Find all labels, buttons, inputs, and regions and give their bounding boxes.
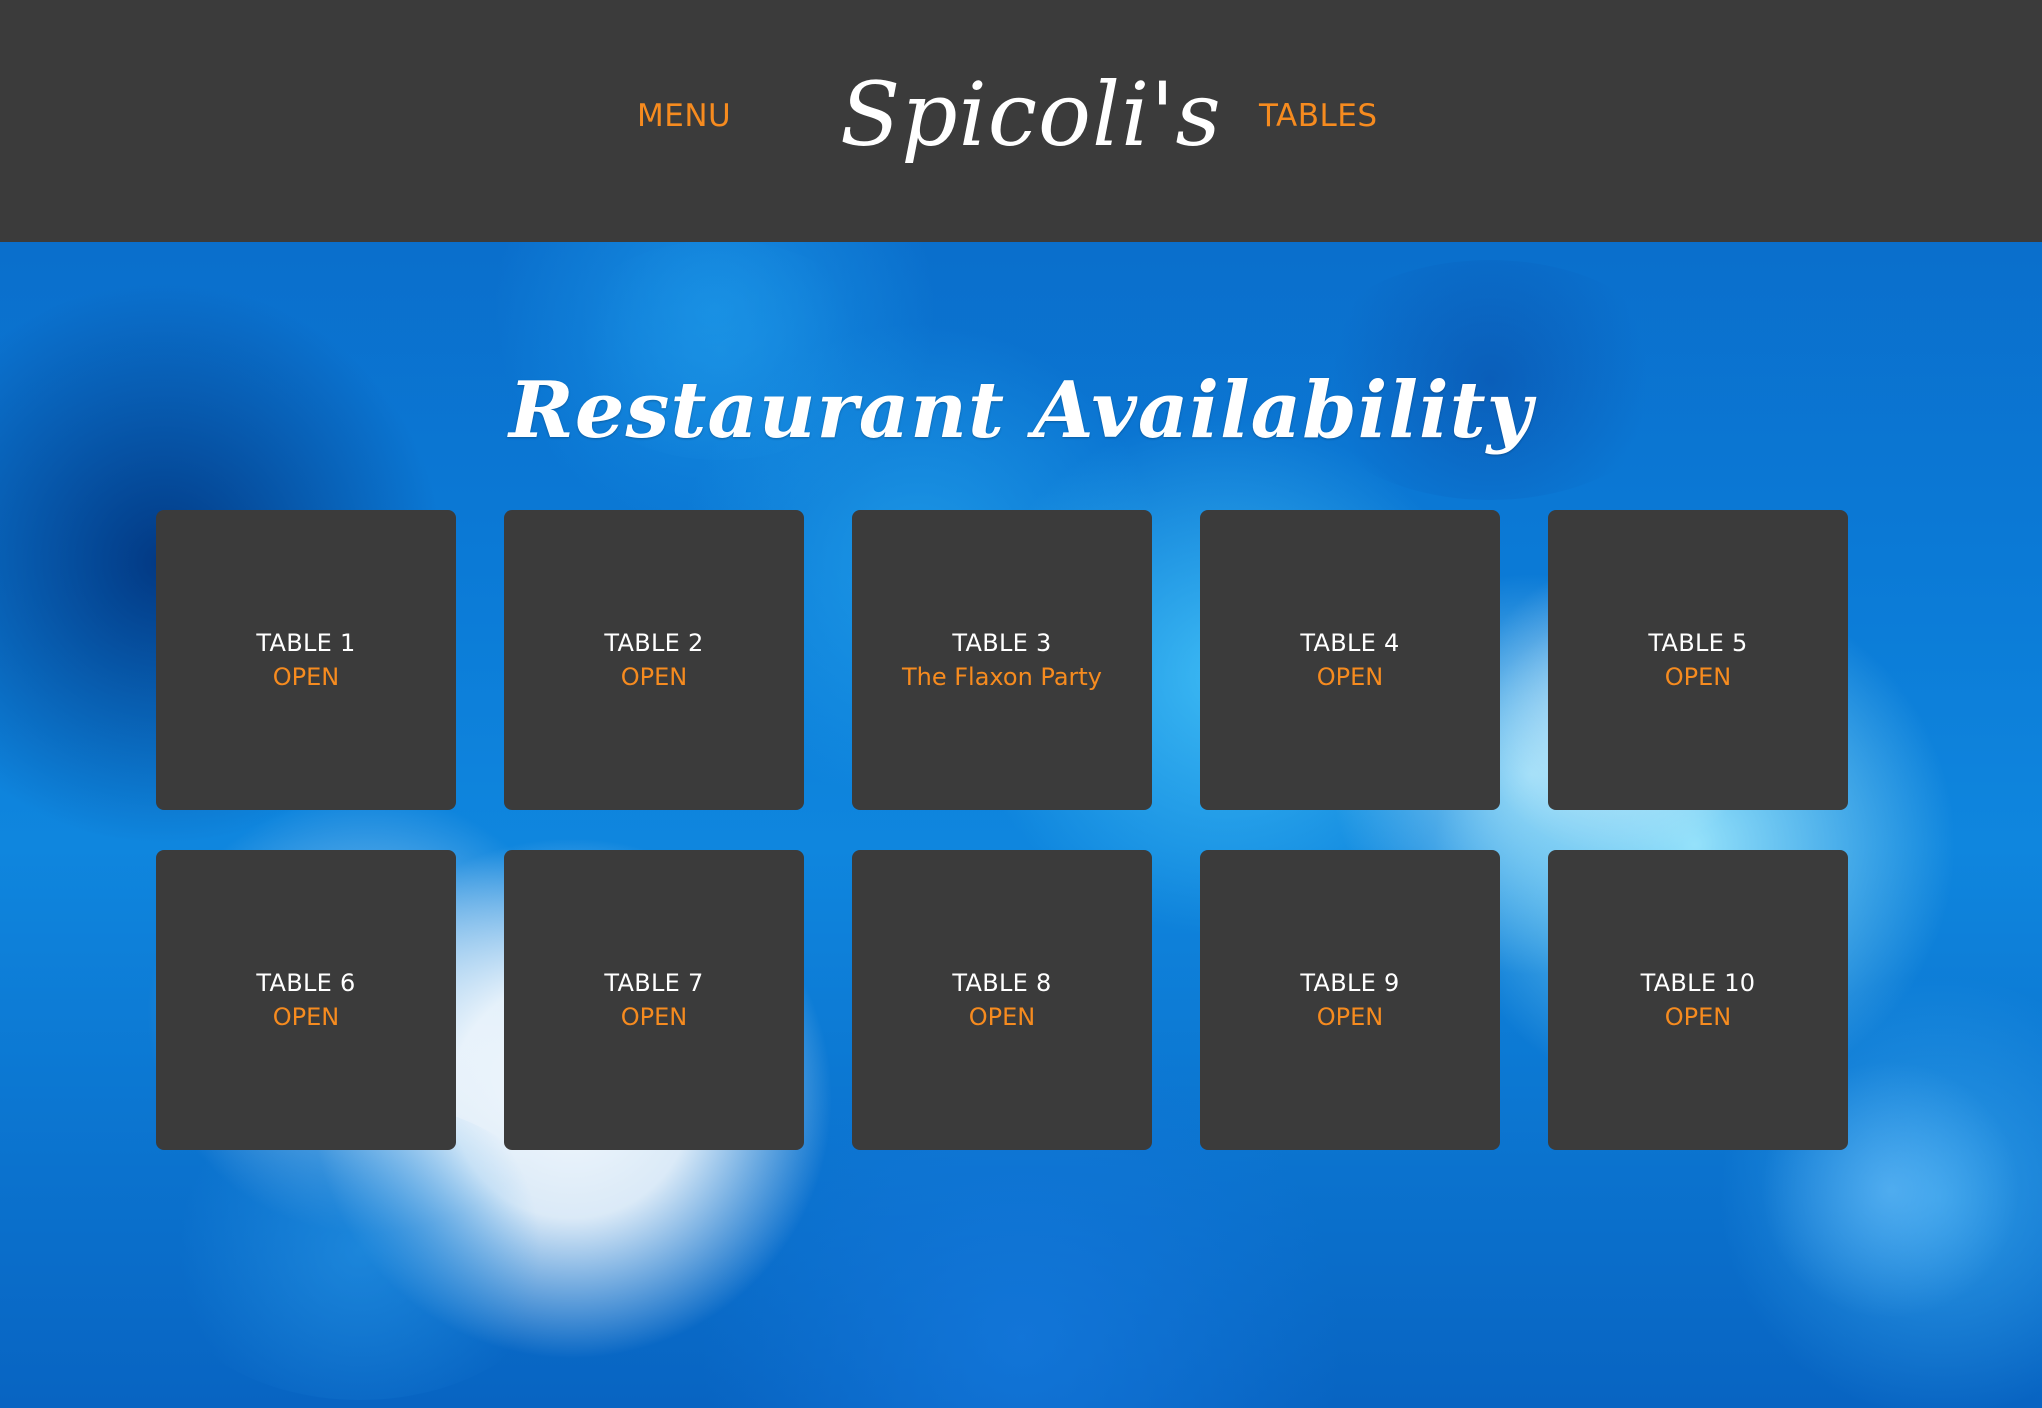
table-name: TABLE 7 [604, 969, 704, 997]
tables-grid: TABLE 1 OPEN TABLE 2 OPEN TABLE 3 The Fl… [156, 510, 1849, 1150]
table-card[interactable]: TABLE 3 The Flaxon Party [852, 510, 1152, 810]
table-name: TABLE 5 [1648, 629, 1748, 657]
table-status: OPEN [272, 663, 340, 691]
table-card[interactable]: TABLE 8 OPEN [852, 850, 1152, 1150]
table-name: TABLE 6 [256, 969, 356, 997]
table-card[interactable]: TABLE 6 OPEN [156, 850, 456, 1150]
table-name: TABLE 3 [952, 629, 1052, 657]
table-name: TABLE 10 [1640, 969, 1756, 997]
table-card[interactable]: TABLE 5 OPEN [1548, 510, 1848, 810]
table-status: The Flaxon Party [901, 663, 1102, 691]
table-status: OPEN [1316, 663, 1384, 691]
table-card[interactable]: TABLE 4 OPEN [1200, 510, 1500, 810]
table-status: OPEN [620, 663, 688, 691]
page-title: Restaurant Availability [509, 365, 1533, 456]
nav-tables-link[interactable]: TABLES [1259, 98, 1378, 134]
table-name: TABLE 4 [1300, 629, 1400, 657]
table-status: OPEN [1664, 663, 1732, 691]
site-header: MENU Spicoli's TABLES [0, 0, 2042, 242]
table-name: TABLE 8 [952, 969, 1052, 997]
table-name: TABLE 2 [604, 629, 704, 657]
table-status: OPEN [1664, 1003, 1732, 1031]
table-status: OPEN [1316, 1003, 1384, 1031]
table-card[interactable]: TABLE 2 OPEN [504, 510, 804, 810]
table-name: TABLE 9 [1300, 969, 1400, 997]
nav-menu-link[interactable]: MENU [637, 98, 731, 134]
table-name: TABLE 1 [256, 629, 356, 657]
table-card[interactable]: TABLE 10 OPEN [1548, 850, 1848, 1150]
table-card[interactable]: TABLE 9 OPEN [1200, 850, 1500, 1150]
site-logo[interactable]: Spicoli's [840, 40, 1221, 190]
table-card[interactable]: TABLE 7 OPEN [504, 850, 804, 1150]
table-card[interactable]: TABLE 1 OPEN [156, 510, 456, 810]
table-status: OPEN [272, 1003, 340, 1031]
table-status: OPEN [968, 1003, 1036, 1031]
table-status: OPEN [620, 1003, 688, 1031]
